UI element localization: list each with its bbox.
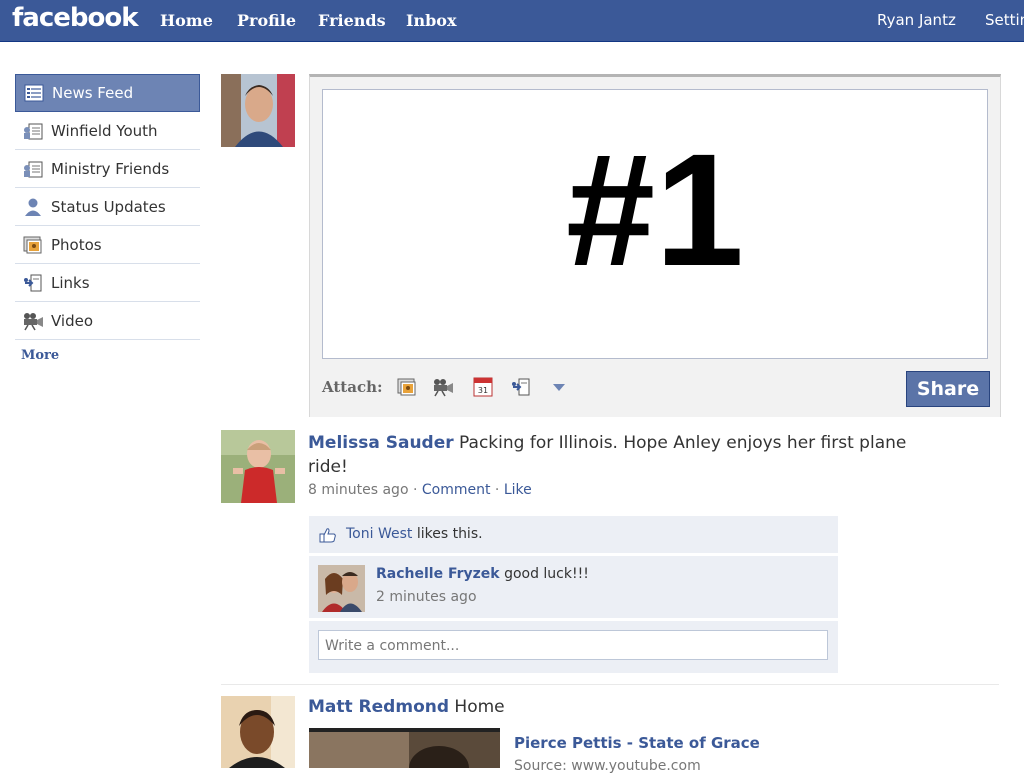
sidebar-item-photos[interactable]: Photos <box>15 226 200 264</box>
svg-text:31: 31 <box>478 386 488 395</box>
post-content: Melissa Sauder Packing for Illinois. Hop… <box>308 431 908 479</box>
status-composer: #1 Attach: 31 Share <box>309 74 1001 417</box>
sidebar-item-video[interactable]: Video <box>15 302 200 340</box>
write-comment-input[interactable]: Write a comment... <box>318 630 828 660</box>
post-meta: 8 minutes ago · Comment · Like <box>308 482 532 498</box>
likes-row: Toni West likes this. <box>309 516 838 553</box>
comment-body: Rachelle Fryzek good luck!!! <box>376 566 589 582</box>
likes-text: Toni West likes this. <box>346 526 483 542</box>
video-camera-icon <box>22 311 44 331</box>
person-icon <box>22 197 44 217</box>
sidebar-item-status-updates[interactable]: Status Updates <box>15 188 200 226</box>
sidebar-item-label: Video <box>51 311 94 330</box>
post-author-avatar[interactable] <box>221 430 295 503</box>
like-link[interactable]: Like <box>504 482 532 498</box>
user-name-link[interactable]: Ryan Jantz <box>877 11 956 29</box>
attach-link-icon[interactable] <box>510 376 532 398</box>
post-content: Matt Redmond Home <box>308 697 505 717</box>
sidebar-item-news-feed[interactable]: News Feed <box>15 74 200 112</box>
video-thumbnail[interactable] <box>309 728 500 768</box>
link-icon <box>22 273 44 293</box>
comment-author-name[interactable]: Rachelle Fryzek <box>376 566 500 582</box>
group-list-icon <box>22 159 44 179</box>
status-textarea[interactable]: #1 <box>322 89 988 359</box>
likes-suffix: likes this. <box>416 526 483 542</box>
comment-text: good luck!!! <box>504 566 589 582</box>
attach-photo-icon[interactable] <box>396 376 418 398</box>
share-button[interactable]: Share <box>906 371 990 407</box>
sidebar-item-winfield-youth[interactable]: Winfield Youth <box>15 112 200 150</box>
sidebar-item-label: Photos <box>51 235 102 254</box>
top-navigation-bar: facebook Home Profile Friends Inbox Ryan… <box>0 0 1024 42</box>
post-author-avatar[interactable] <box>221 696 295 768</box>
attach-label: Attach: <box>322 378 383 396</box>
nav-inbox-link[interactable]: Inbox <box>406 11 457 30</box>
link-source: Source: www.youtube.com <box>514 758 701 774</box>
sidebar-item-links[interactable]: Links <box>15 264 200 302</box>
attach-more-chevron-down-icon[interactable] <box>548 376 570 398</box>
sidebar-item-ministry-friends[interactable]: Ministry Friends <box>15 150 200 188</box>
link-title[interactable]: Pierce Pettis - State of Grace <box>514 734 760 752</box>
comment-timestamp: 2 minutes ago <box>376 589 477 605</box>
sidebar-item-label: Ministry Friends <box>51 159 170 178</box>
meta-separator: · <box>494 482 504 498</box>
post-timestamp[interactable]: 8 minutes ago <box>308 482 409 498</box>
post-author-name[interactable]: Melissa Sauder <box>308 433 454 453</box>
feed-divider <box>221 684 999 685</box>
nav-home-link[interactable]: Home <box>160 11 213 30</box>
liker-name[interactable]: Toni West <box>346 526 412 542</box>
comment-item: Rachelle Fryzek good luck!!! 2 minutes a… <box>309 556 838 618</box>
settings-link[interactable]: Settin <box>985 11 1024 29</box>
group-list-icon <box>22 121 44 141</box>
news-feed-icon <box>23 83 45 103</box>
sidebar-item-label: Winfield Youth <box>51 121 158 140</box>
post-author-name[interactable]: Matt Redmond <box>308 697 449 717</box>
commenter-avatar[interactable] <box>318 565 365 612</box>
nav-friends-link[interactable]: Friends <box>318 11 386 30</box>
attach-video-icon[interactable] <box>432 376 454 398</box>
sidebar-item-label: Status Updates <box>51 197 166 216</box>
thumbs-up-icon <box>319 527 337 547</box>
post-text: Home <box>454 697 505 717</box>
photo-icon <box>22 235 44 255</box>
left-sidebar: News Feed Winfield Youth Ministry Friend… <box>15 74 200 363</box>
comment-link[interactable]: Comment <box>422 482 491 498</box>
nav-profile-link[interactable]: Profile <box>237 11 296 30</box>
current-user-avatar[interactable] <box>221 74 295 147</box>
composer-text: #1 <box>566 120 744 299</box>
attach-event-calendar-icon[interactable]: 31 <box>472 376 494 398</box>
facebook-logo[interactable]: facebook <box>12 3 139 33</box>
sidebar-item-label: Links <box>51 273 90 292</box>
sidebar-more-link[interactable]: More <box>21 348 200 363</box>
meta-separator: · <box>412 482 422 498</box>
sidebar-item-label: News Feed <box>52 84 134 102</box>
